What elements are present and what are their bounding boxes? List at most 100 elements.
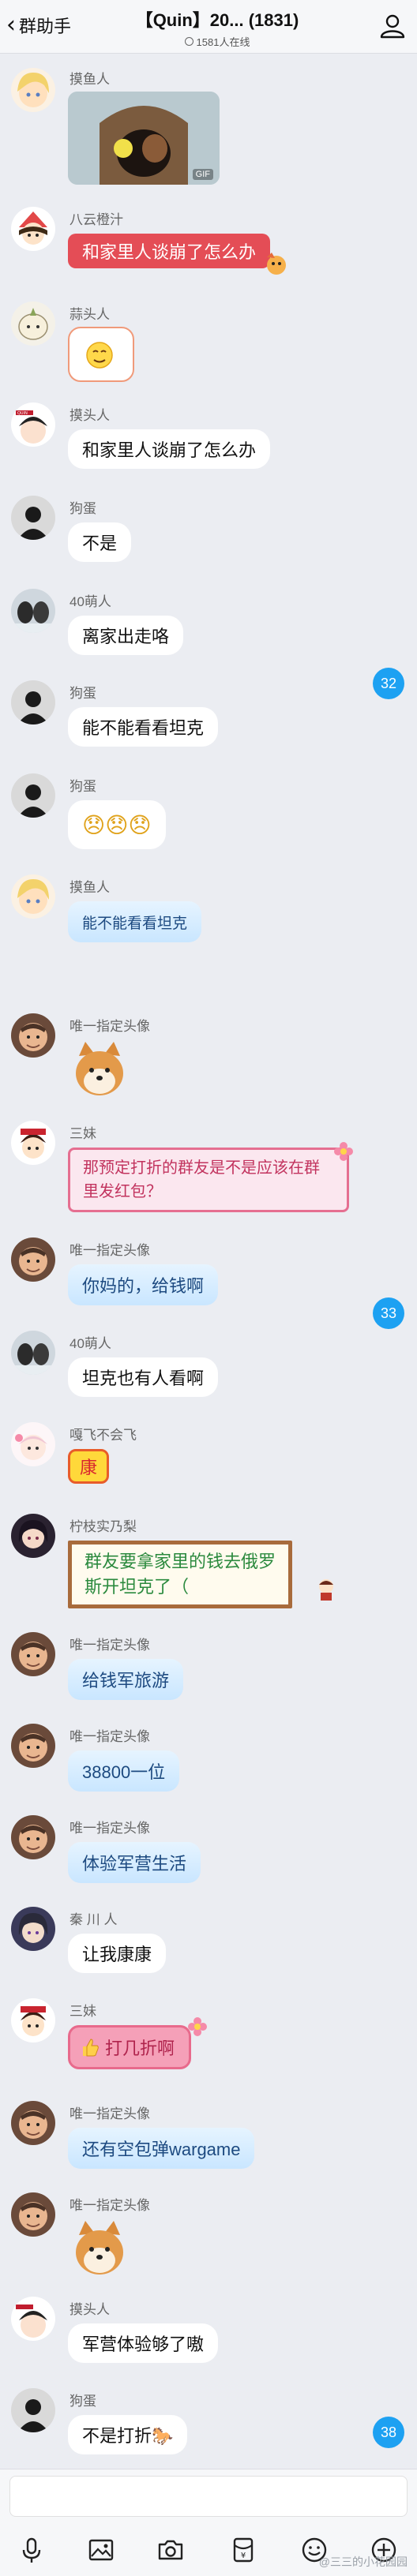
- thumbs-up-icon: [83, 2039, 99, 2057]
- sender-name: 蒜头人: [70, 307, 110, 322]
- message-bubble[interactable]: 打几折啊: [68, 2025, 192, 2069]
- message-bubble[interactable]: 体验军营生活: [68, 1842, 201, 1883]
- message-bubble[interactable]: 坦克也有人看啊: [68, 1357, 219, 1397]
- avatar[interactable]: [11, 2388, 55, 2432]
- message: 唯一指定头像 38800一位: [0, 1722, 417, 1801]
- message: 秦 川 人 让我康康: [0, 1905, 417, 1984]
- avatar[interactable]: [11, 1422, 55, 1466]
- message-bubble[interactable]: 让我康康: [68, 1934, 167, 1973]
- unread-badge[interactable]: 33: [373, 1297, 404, 1329]
- message-bubble[interactable]: 你妈的，给钱啊: [68, 1264, 219, 1305]
- avatar[interactable]: [11, 301, 55, 346]
- gif-label: GIF: [192, 169, 213, 180]
- message: 唯一指定头像 给钱军旅游: [0, 1631, 417, 1709]
- character-decoration-icon: [319, 1579, 333, 1601]
- message: 狗蛋 不是: [0, 494, 417, 573]
- microphone-icon[interactable]: [16, 2534, 47, 2566]
- sender-name: 狗蛋: [70, 686, 96, 701]
- sender-name: 秦 川 人: [70, 1912, 118, 1927]
- red-packet-icon[interactable]: ¥: [227, 2534, 259, 2566]
- unread-badge[interactable]: 38: [373, 2417, 404, 2448]
- shiba-sticker[interactable]: [68, 2218, 131, 2281]
- sender-name: 狗蛋: [70, 501, 96, 516]
- avatar[interactable]: [11, 2192, 55, 2237]
- avatar[interactable]: [11, 1331, 55, 1375]
- message-bubble[interactable]: 能不能看看坦克: [68, 901, 202, 942]
- avatar[interactable]: [11, 874, 55, 919]
- back-label: 群助手: [19, 17, 72, 36]
- clock-icon: [184, 37, 193, 46]
- sender-name: 唯一指定头像: [70, 1821, 150, 1836]
- image-icon[interactable]: [85, 2534, 117, 2566]
- avatar[interactable]: [11, 1237, 55, 1282]
- message-bubble[interactable]: 和家里人谈崩了怎么办: [68, 234, 271, 268]
- avatar[interactable]: [11, 773, 55, 818]
- message: 40萌人 坦克也有人看啊: [0, 1329, 417, 1408]
- sender-name: 柠枝实乃梨: [70, 1519, 137, 1534]
- message: 唯一指定头像: [0, 2191, 417, 2293]
- avatar[interactable]: [11, 1907, 55, 1951]
- sender-name: 摸头人: [70, 2302, 110, 2317]
- message-bubble[interactable]: 能不能看看坦克: [68, 707, 219, 747]
- message: 嘎飞不会飞 康: [0, 1421, 417, 1500]
- message-bubble[interactable]: 离家出走咯: [68, 616, 184, 655]
- message: QUIN 摸头人 和家里人谈崩了怎么办: [0, 401, 417, 480]
- gif-sticker[interactable]: GIF: [68, 92, 220, 185]
- avatar[interactable]: [11, 1632, 55, 1676]
- sender-name: 摸鱼人: [70, 72, 110, 87]
- avatar[interactable]: QUIN: [11, 402, 55, 447]
- avatar[interactable]: [11, 2101, 55, 2145]
- message: 40萌人 离家出走咯: [0, 587, 417, 666]
- avatar[interactable]: [11, 680, 55, 724]
- shiba-sticker[interactable]: [68, 1039, 131, 1102]
- message-bubble[interactable]: 那预定打折的群友是不是应该在群里发红包？: [68, 1148, 349, 1212]
- online-status: 1581人在线: [118, 34, 316, 49]
- group-members-button[interactable]: [379, 13, 406, 39]
- avatar[interactable]: [11, 1514, 55, 1558]
- emoji-bubble[interactable]: [68, 327, 134, 382]
- message: 摸鱼人 能不能看看坦克: [0, 873, 417, 960]
- chevron-left-icon: ‹: [6, 11, 16, 39]
- back-button[interactable]: ‹ 群助手: [6, 11, 71, 39]
- message-bubble[interactable]: 和家里人谈崩了怎么办: [68, 429, 271, 469]
- message-input[interactable]: [9, 2476, 408, 2517]
- sender-name: 摸头人: [70, 408, 110, 423]
- message: 唯一指定头像: [0, 1012, 417, 1114]
- sender-name: 摸鱼人: [70, 880, 110, 895]
- avatar[interactable]: [11, 589, 55, 633]
- sender-name: 嘎飞不会飞: [70, 1428, 137, 1443]
- message-bubble[interactable]: 还有空包弹wargame: [68, 2128, 255, 2169]
- message-bubble[interactable]: 军营体验够了嗷: [68, 2323, 219, 2363]
- message-bubble[interactable]: 给钱军旅游: [68, 1659, 184, 1700]
- avatar[interactable]: [11, 2297, 55, 2341]
- avatar[interactable]: [11, 1815, 55, 1859]
- avatar[interactable]: [11, 1724, 55, 1768]
- avatar[interactable]: [11, 1013, 55, 1058]
- flower-decoration-icon: [334, 1142, 353, 1161]
- camera-icon[interactable]: [155, 2534, 186, 2566]
- sender-name: 八云橙汁: [70, 212, 123, 227]
- sender-name: 三妹: [70, 1126, 96, 1141]
- avatar[interactable]: [11, 1121, 55, 1165]
- sender-name: 唯一指定头像: [70, 2106, 150, 2121]
- title-area[interactable]: 【Quin】20... (1831) 1581人在线: [118, 6, 316, 49]
- message: 蒜头人: [0, 300, 417, 387]
- message: 狗蛋 😞😞😞: [0, 772, 417, 859]
- sender-name: 40萌人: [70, 594, 111, 609]
- message-bubble[interactable]: 群友要拿家里的钱去俄罗斯开坦克了（: [68, 1541, 292, 1608]
- message-bubble[interactable]: 38800一位: [68, 1750, 180, 1792]
- watermark: @三三的小花园园: [318, 2555, 408, 2568]
- message: 狗蛋 不是打折🐎: [0, 2387, 417, 2466]
- message-bubble[interactable]: 😞😞😞: [68, 800, 166, 849]
- avatar[interactable]: [11, 68, 55, 112]
- message: 八云橙汁 和家里人谈崩了怎么办: [0, 205, 417, 284]
- message-bubble[interactable]: 康: [68, 1449, 110, 1484]
- message-bubble[interactable]: 不是打折🐎: [68, 2415, 188, 2454]
- message-bubble[interactable]: 不是: [68, 522, 132, 562]
- avatar[interactable]: [11, 496, 55, 540]
- avatar[interactable]: [11, 1998, 55, 2042]
- svg-text:QUIN: QUIN: [17, 411, 28, 416]
- avatar[interactable]: [11, 207, 55, 251]
- input-area: ¥ @三三的小花园园: [0, 2469, 417, 2576]
- message: 唯一指定头像 还有空包弹wargame: [0, 2099, 417, 2178]
